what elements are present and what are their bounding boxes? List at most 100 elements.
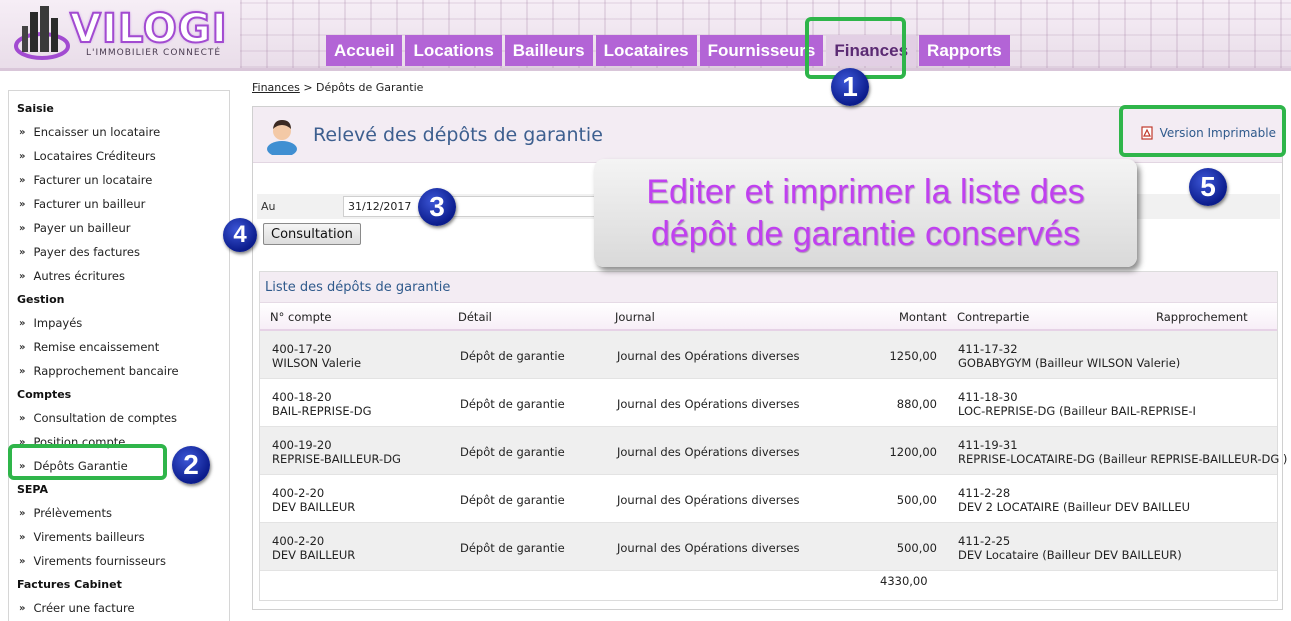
nav-tab-rapports[interactable]: Rapports [919,35,1010,66]
main-nav: Accueil Locations Bailleurs Locataires F… [326,35,1010,66]
breadcrumb-current: Dépôts de Garantie [316,81,424,94]
header-divider [0,68,1291,71]
column-header-detail[interactable]: Détail [458,310,492,324]
column-header-rapprochement[interactable]: Rapprochement [1156,310,1248,324]
chevron-icon: » [19,246,26,258]
cell-journal: Journal des Opérations diverses [617,349,800,363]
nav-tab-locataires[interactable]: Locataires [595,35,697,66]
sidebar-item-prelevements[interactable]: » Prélèvements [9,501,229,525]
callout-5: 5 [1189,168,1227,206]
cell-detail: Dépôt de garantie [460,445,565,459]
table-header: N° compte Détail Journal Montant Contrep… [260,303,1277,331]
sidebar-item-encaisser-locataire[interactable]: » Encaisser un locataire [9,120,229,144]
callout-3: 3 [418,188,456,226]
building-logo-icon [14,6,70,60]
sidebar-item-label: Remise encaissement [33,340,160,354]
sidebar-item-virements-fournisseurs[interactable]: » Virements fournisseurs [9,549,229,573]
sidebar-item-rapprochement-bancaire[interactable]: » Rapprochement bancaire [9,359,229,383]
column-header-journal[interactable]: Journal [615,310,655,324]
table-row[interactable]: 400-19-20 REPRISE-BAILLEUR-DG Dépôt de ga… [260,427,1287,475]
chevron-icon: » [19,365,26,377]
breadcrumb-link-finances[interactable]: Finances [252,81,300,94]
callout-4: 4 [223,218,257,252]
breadcrumb-separator: > [303,81,313,94]
annotation-text: Editer et imprimer la liste des dépôt de… [646,173,1085,253]
sidebar-item-label: Encaisser un locataire [33,125,161,139]
sidebar-item-label: Consultation de comptes [33,411,178,425]
cell-detail: Dépôt de garantie [460,397,565,411]
cell-compte: 400-2-20 DEV BAILLEUR [272,534,356,562]
sidebar-item-remise-encaissement[interactable]: » Remise encaissement [9,335,229,359]
logo[interactable]: VILOGI L'IMMOBILIER CONNECTÉ [8,4,248,64]
sidebar-item-label: Créer une facture [33,601,135,615]
sidebar-item-label: Facturer un locataire [33,173,153,187]
chevron-icon: » [19,270,26,282]
cell-detail: Dépôt de garantie [460,493,565,507]
table-row[interactable]: 400-2-20 DEV BAILLEUR Dépôt de garantie J… [260,523,1277,571]
list-title: Liste des dépôts de garantie [260,272,1277,303]
total-amount: 4330,00 [880,574,928,588]
sidebar-item-consultation-comptes[interactable]: » Consultation de comptes [9,406,229,430]
highlight-print-link [1119,105,1286,157]
sidebar-item-label: Payer des factures [33,245,140,259]
cell-contrepartie: 411-19-31 REPRISE-LOCATAIRE-DG (Bailleur … [958,438,1288,466]
sidebar-item-payer-bailleur[interactable]: » Payer un bailleur [9,216,229,240]
callout-2: 2 [172,446,210,484]
sidebar-item-facturer-bailleur[interactable]: » Facturer un bailleur [9,192,229,216]
table-row[interactable]: 400-17-20 WILSON Valerie Dépôt de garanti… [260,331,1277,379]
sidebar-item-label: Virements fournisseurs [33,554,166,568]
consultation-button[interactable]: Consultation [263,223,361,245]
nav-tab-accueil[interactable]: Accueil [326,35,403,66]
user-icon [267,120,297,155]
cell-detail: Dépôt de garantie [460,349,565,363]
sidebar-section-gestion: Gestion [17,292,65,306]
column-header-compte[interactable]: N° compte [270,310,331,324]
annotation-banner: Editer et imprimer la liste des dépôt de… [594,159,1137,267]
sidebar-item-label: Locataires Créditeurs [33,149,156,163]
column-header-montant[interactable]: Montant [899,310,947,324]
page-title: Relevé des dépôts de garantie [313,124,603,146]
sidebar-item-label: Prélèvements [33,506,112,520]
cell-journal: Journal des Opérations diverses [617,445,800,459]
sidebar-section-comptes: Comptes [17,387,72,401]
highlight-depots-garantie [8,444,167,480]
sidebar-item-facturer-locataire[interactable]: » Facturer un locataire [9,168,229,192]
cell-compte: 400-17-20 WILSON Valerie [272,342,362,370]
chevron-icon: » [19,412,26,424]
sidebar-item-label: Virements bailleurs [33,530,145,544]
chevron-icon: » [19,174,26,186]
nav-tab-bailleurs[interactable]: Bailleurs [504,35,593,66]
chevron-icon: » [19,317,26,329]
deposits-list: Liste des dépôts de garantie N° compte D… [259,271,1287,601]
table-row[interactable]: 400-2-20 DEV BAILLEUR Dépôt de garantie J… [260,475,1277,523]
sidebar: Saisie » Encaisser un locataire » Locatair… [8,90,230,621]
breadcrumb: Finances > Dépôts de Garantie [252,81,423,94]
sidebar-item-creer-facture[interactable]: » Créer une facture [9,596,229,620]
logo-text: VILOGI [69,5,228,53]
cell-contrepartie: 411-2-25 DEV Locataire (Bailleur DEV BAIL… [958,534,1182,562]
logo-tagline: L'IMMOBILIER CONNECTÉ [86,48,222,58]
app-header: VILOGI L'IMMOBILIER CONNECTÉ Accueil Loc… [0,0,1291,68]
cell-contrepartie: 411-18-30 LOC-REPRISE-DG (Bailleur BAIL-R… [958,390,1196,418]
sidebar-item-payer-factures[interactable]: » Payer des factures [9,240,229,264]
sidebar-item-virements-bailleurs[interactable]: » Virements bailleurs [9,525,229,549]
cell-contrepartie: 411-2-28 DEV 2 LOCATAIRE (Bailleur DEV BA… [958,486,1191,514]
column-header-contrepartie[interactable]: Contrepartie [957,310,1029,324]
sidebar-item-autres-ecritures[interactable]: » Autres écritures [9,264,229,288]
cell-journal: Journal des Opérations diverses [617,493,800,507]
sidebar-item-impayes[interactable]: » Impayés [9,311,229,335]
chevron-icon: » [19,341,26,353]
cell-montant: 1250,00 [889,349,937,363]
cell-contrepartie: 411-17-32 GOBABYGYM (Bailleur WILSON Vale… [958,342,1181,370]
sidebar-section-saisie: Saisie [17,101,54,115]
chevron-icon: » [19,222,26,234]
chevron-icon: » [19,555,26,567]
chevron-icon: » [19,150,26,162]
sidebar-item-locataires-crediteurs[interactable]: » Locataires Créditeurs [9,144,229,168]
cell-montant: 500,00 [896,493,937,507]
cell-journal: Journal des Opérations diverses [617,397,800,411]
table-row[interactable]: 400-18-20 BAIL-REPRISE-DG Dépôt de garant… [260,379,1277,427]
cell-compte: 400-19-20 REPRISE-BAILLEUR-DG [272,438,401,466]
cell-montant: 1200,00 [889,445,937,459]
nav-tab-locations[interactable]: Locations [405,35,502,66]
